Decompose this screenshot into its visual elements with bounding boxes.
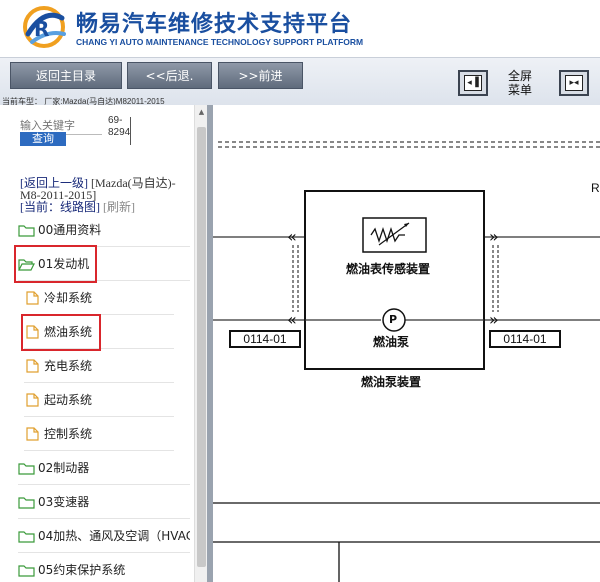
tree-item-label: 04加热、通风及空调（HVAC） [38,529,190,543]
tree-item-cooling[interactable]: 冷却系统 [24,281,174,315]
tree-item-general[interactable]: 00通用资料 [18,213,190,247]
expand-both-icon: ▸◂ [565,75,583,91]
tree-item-restraints[interactable]: 05约束保护系统 [18,553,190,582]
file-icon [26,426,39,441]
app-subtitle: CHANG YI AUTO MAINTENANCE TECHNOLOGY SUP… [76,37,364,47]
tree-item-label: 05约束保护系统 [38,563,126,577]
fuel-pump-unit-label: 燃油泵装置 [361,375,422,389]
tree-item-label: 00通用资料 [38,223,102,237]
tree-item-label: 02制动器 [38,461,90,475]
code-divider [130,117,131,145]
expand-sidebar-button[interactable]: ▸◂ [559,70,589,96]
folder-icon [18,462,35,475]
tree-item-control[interactable]: 控制系统 [24,417,174,451]
tree-item-label: 03变速器 [38,495,90,509]
fuel-gauge-sender-label: 燃油表传感装置 [346,262,431,276]
breadcrumb: [返回上一级] [Mazda(马自达)-M8-2011-2015] [当前：线路… [20,177,190,213]
cy-logo-icon: R [23,6,66,48]
left-connector-label[interactable]: 0114-01 [229,330,301,348]
tree-item-transmission[interactable]: 03变速器 [18,485,190,519]
collapse-sidebar-button[interactable]: ◂▐ [458,70,488,96]
toolbar: 返回主目录 <<后退. >>前进 ◂▐ 全屏 菜单 ▸◂ 当前车型： 厂家:Ma… [0,57,600,106]
tree-item-label: 充电系统 [44,359,93,373]
svg-text:«: « [287,227,297,246]
tree-item-brakes[interactable]: 02制动器 [18,451,190,485]
tree-item-hvac[interactable]: 04加热、通风及空调（HVAC） [18,519,190,553]
svg-text:»: » [489,310,499,329]
code-text: 69- 8294 [108,115,131,138]
folder-icon [18,564,35,577]
folder-icon [18,224,35,237]
file-icon [26,392,39,407]
right-connector-label[interactable]: 0114-01 [489,330,561,348]
fuel-pump-label: 燃油泵 [373,335,410,349]
sidebar: 查询 69- 8294 [返回上一级] [Mazda(马自达)-M8-2011-… [0,105,194,582]
folder-icon [18,530,35,543]
refresh-link[interactable]: [刷新] [103,200,135,214]
back-button[interactable]: <<后退. [127,62,212,89]
fuel-highlight-box [21,314,101,351]
forward-button[interactable]: >>前进 [218,62,303,89]
folder-icon [18,496,35,509]
fullscreen-label-text: 全屏 菜单 [507,69,532,97]
collapse-left-icon: ◂▐ [464,75,482,91]
home-button[interactable]: 返回主目录 [10,62,122,89]
app-header: R 畅易汽车维修技术支持平台 CHANG YI AUTO MAINTENANCE… [0,0,600,57]
edge-mark-r: R [591,181,600,195]
file-icon [26,358,39,373]
tree-item-charging[interactable]: 充电系统 [24,349,174,383]
tree-item-label: 起动系统 [44,393,93,407]
sidebar-scrollbar[interactable]: ▲ [194,105,207,582]
tree-item-starting[interactable]: 起动系统 [24,383,174,417]
search-button[interactable]: 查询 [20,132,66,146]
app-title: 畅易汽车维修技术支持平台 [76,12,353,37]
breadcrumb-current: [当前：线路图] [20,200,100,214]
tree-item-label: 控制系统 [44,427,93,441]
svg-text:»: » [489,227,499,246]
wiring-diagram: « « » » 燃油表传感装置 P 燃油泵 燃油泵装置 0114-01 0114… [213,105,600,582]
engine-highlight-box [14,245,97,283]
svg-text:R: R [34,17,49,41]
scroll-thumb[interactable] [197,127,206,567]
tree-item-label: 冷却系统 [44,291,93,305]
fullscreen-menu-label[interactable]: 全屏 菜单 [500,69,540,97]
pump-symbol: P [389,313,398,326]
svg-text:«: « [287,310,297,329]
file-icon [26,290,39,305]
